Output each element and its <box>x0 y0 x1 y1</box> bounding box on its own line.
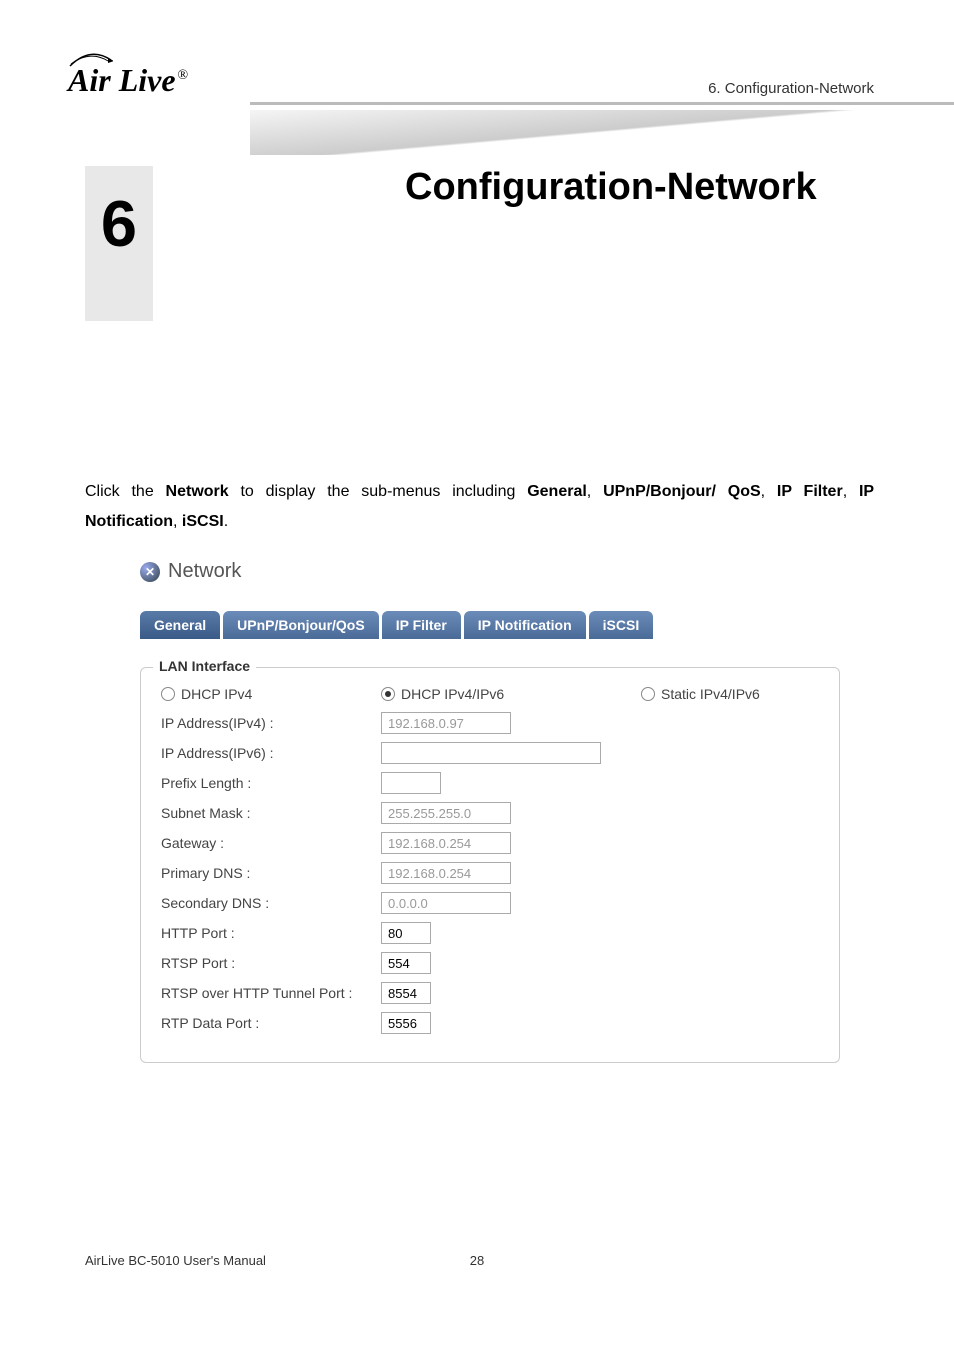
radio-icon <box>641 687 655 701</box>
ipv4-address-input[interactable] <box>381 712 511 734</box>
radio-icon <box>161 687 175 701</box>
gateway-input[interactable] <box>381 832 511 854</box>
secondary-dns-input[interactable] <box>381 892 511 914</box>
intro-paragraph: Click the Network to display the sub-men… <box>85 477 874 538</box>
header-decorative-diagonal <box>250 110 954 155</box>
primary-dns-label: Primary DNS : <box>161 865 381 881</box>
page-header: Air Live® 6. Configuration-Network <box>0 0 954 130</box>
subnet-mask-input[interactable] <box>381 802 511 824</box>
network-config-screenshot: ✕ Network General UPnP/Bonjour/QoS IP Fi… <box>140 560 840 1063</box>
panel-legend: LAN Interface <box>153 658 256 674</box>
rtsp-port-input[interactable] <box>381 952 431 974</box>
http-port-input[interactable] <box>381 922 431 944</box>
radio-label: Static IPv4/IPv6 <box>661 686 760 702</box>
rtsp-http-tunnel-port-label: RTSP over HTTP Tunnel Port : <box>161 985 381 1001</box>
primary-dns-input[interactable] <box>381 862 511 884</box>
tab-ip-filter[interactable]: IP Filter <box>382 611 461 639</box>
network-title-text: Network <box>168 560 241 583</box>
radio-label: DHCP IPv4 <box>181 686 252 702</box>
chapter-number-box: 6 <box>85 166 153 321</box>
http-port-label: HTTP Port : <box>161 925 381 941</box>
rtp-data-port-label: RTP Data Port : <box>161 1015 381 1031</box>
gateway-label: Gateway : <box>161 835 381 851</box>
brand-logo: Air Live® <box>68 50 188 99</box>
prefix-length-input[interactable] <box>381 772 441 794</box>
rtsp-port-label: RTSP Port : <box>161 955 381 971</box>
chapter-heading: 6 Configuration-Network <box>85 166 153 321</box>
page-number: 28 <box>470 1253 484 1268</box>
radio-dhcp-ipv4-ipv6[interactable]: DHCP IPv4/IPv6 <box>381 686 641 702</box>
ipv6-address-input[interactable] <box>381 742 601 764</box>
radio-static-ipv4-ipv6[interactable]: Static IPv4/IPv6 <box>641 686 819 702</box>
header-divider <box>250 102 954 105</box>
rtsp-http-tunnel-port-input[interactable] <box>381 982 431 1004</box>
radio-icon <box>381 687 395 701</box>
header-breadcrumb: 6. Configuration-Network <box>708 80 874 97</box>
lan-interface-panel: LAN Interface DHCP IPv4 DHCP IPv4/IPv6 S… <box>140 667 840 1063</box>
footer-left: AirLive BC-5010 User's Manual <box>85 1253 266 1268</box>
tab-iscsi[interactable]: iSCSI <box>589 611 654 639</box>
tab-ip-notification[interactable]: IP Notification <box>464 611 586 639</box>
rtp-data-port-input[interactable] <box>381 1012 431 1034</box>
subnet-mask-label: Subnet Mask : <box>161 805 381 821</box>
prefix-length-label: Prefix Length : <box>161 775 381 791</box>
tab-upnp-bonjour-qos[interactable]: UPnP/Bonjour/QoS <box>223 611 379 639</box>
ip-mode-radio-group: DHCP IPv4 DHCP IPv4/IPv6 Static IPv4/IPv… <box>161 686 819 702</box>
ipv4-address-label: IP Address(IPv4) : <box>161 715 381 731</box>
radio-dhcp-ipv4[interactable]: DHCP IPv4 <box>161 686 381 702</box>
ipv6-address-label: IP Address(IPv6) : <box>161 745 381 761</box>
radio-label: DHCP IPv4/IPv6 <box>401 686 504 702</box>
network-icon: ✕ <box>140 562 160 582</box>
network-section-title: ✕ Network <box>140 560 840 583</box>
chapter-title: Configuration-Network <box>405 166 817 209</box>
secondary-dns-label: Secondary DNS : <box>161 895 381 911</box>
tab-bar: General UPnP/Bonjour/QoS IP Filter IP No… <box>140 611 840 639</box>
tab-general[interactable]: General <box>140 611 220 639</box>
